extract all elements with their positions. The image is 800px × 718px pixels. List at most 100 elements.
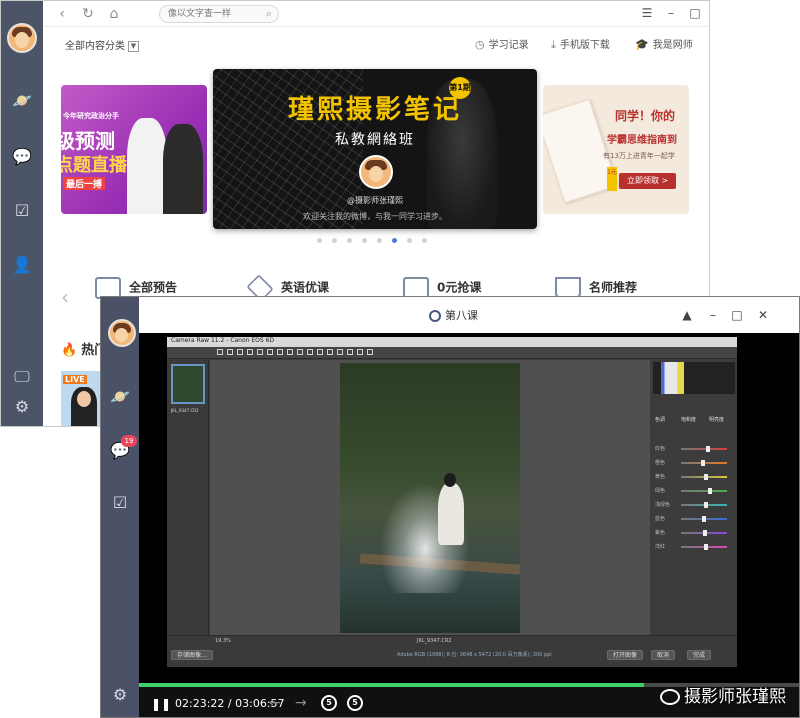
planet-icon[interactable]: 🪐	[110, 387, 130, 407]
calendar-check-icon[interactable]: ☑	[110, 493, 130, 513]
next-icon[interactable]: →	[295, 695, 307, 711]
slider-knob	[707, 488, 712, 494]
category-select-label: 全部内容分类	[65, 41, 125, 52]
carousel-dot[interactable]	[332, 238, 337, 243]
hsl-slider: 黄色	[655, 474, 733, 480]
settings-icon[interactable]: ⚙	[12, 397, 32, 417]
skip-forward-icon[interactable]: 5	[347, 695, 363, 711]
tool-icon	[287, 349, 293, 355]
author-handle: @摄影师张瑾熙	[347, 196, 403, 205]
maximize-button[interactable]: □	[729, 307, 745, 323]
progress-fill	[139, 683, 644, 687]
presenter-image	[163, 124, 203, 214]
camera-raw-title: Camera Raw 11.2 - Canon EOS 6D	[171, 337, 275, 344]
close-button[interactable]: ✕	[755, 307, 771, 323]
tool-icon	[337, 349, 343, 355]
pin-icon[interactable]: ▲	[679, 307, 695, 323]
slider-knob	[701, 460, 706, 466]
hsl-slider-label: 浅绿色	[655, 502, 671, 508]
settings-icon[interactable]: ⚙	[110, 685, 130, 705]
minimize-button[interactable]: –	[705, 307, 721, 323]
banner-right[interactable]: 同学！你的 学霸思维指南到 有13万上进青年一起学 1元 立即领取 >	[543, 85, 689, 214]
carousel-dot[interactable]	[422, 238, 427, 243]
banner-center[interactable]: 瑾熙摄影笔记 第1期 私教網絡班 @摄影师张瑾熙 欢迎关注我的微博，与我一同学习…	[213, 69, 537, 229]
live-badge: LIVE	[63, 375, 87, 384]
skip-back-icon[interactable]: 5	[321, 695, 337, 711]
hsl-slider-label: 蓝色	[655, 516, 666, 522]
user-avatar[interactable]	[108, 319, 136, 347]
left-sidebar: 🪐 💬 19 ☑ ⚙	[101, 297, 139, 717]
carousel-dot[interactable]	[377, 238, 382, 243]
search-input[interactable]	[168, 7, 254, 21]
tool-icon	[357, 349, 363, 355]
menu-icon[interactable]: ☰	[639, 5, 655, 21]
category-select[interactable]: 全部内容分类 ▼	[65, 37, 139, 52]
claim-button[interactable]: 立即领取 >	[619, 173, 677, 189]
hsl-slider-label: 红色	[655, 446, 666, 452]
monitor-icon[interactable]: 🖵	[12, 367, 32, 387]
calendar-check-icon[interactable]: ☑	[12, 201, 32, 221]
left-sidebar: 🪐 💬 ☑ 👤 🖵 ⚙	[1, 1, 43, 426]
close-button[interactable]: ✕	[707, 5, 709, 21]
chat-icon[interactable]: 💬	[12, 147, 32, 167]
search-icon[interactable]: ⌕	[266, 7, 272, 21]
teacher-link[interactable]: 🎓 我是网师	[635, 36, 693, 51]
previous-icon[interactable]: ←	[269, 695, 281, 711]
slider-knob	[704, 474, 709, 480]
carousel-dot[interactable]	[317, 238, 322, 243]
video-frame[interactable]: Camera Raw 11.2 - Canon EOS 6D JKL_9347.…	[139, 333, 799, 683]
hsl-slider-label: 黄色	[655, 474, 666, 480]
camera-raw-screen: Camera Raw 11.2 - Canon EOS 6D JKL_9347.…	[167, 337, 737, 667]
minimize-button[interactable]: –	[663, 5, 679, 21]
tool-icon	[267, 349, 273, 355]
unread-badge: 19	[121, 435, 137, 447]
chevron-left-icon[interactable]: ‹	[61, 285, 69, 309]
contacts-icon[interactable]: 👤	[12, 255, 32, 275]
refresh-icon[interactable]: ↻	[79, 5, 97, 23]
adjustment-panel: 色调 饱和度 明亮度 红色 橙色 黄色 绿色 浅绿色 蓝色 紫色 洋红	[651, 360, 737, 635]
chevron-down-icon: ▼	[128, 40, 139, 52]
carousel-dot[interactable]	[392, 238, 397, 243]
hsl-slider: 洋红	[655, 544, 733, 550]
back-arrow-icon[interactable]: ‹	[53, 5, 71, 23]
tool-icon	[217, 349, 223, 355]
tool-icon	[227, 349, 233, 355]
filmstrip: JKL_9347.CR2	[167, 360, 209, 635]
planet-icon[interactable]: 🪐	[12, 91, 32, 111]
tool-icon	[247, 349, 253, 355]
slider-knob	[702, 516, 706, 522]
slider-knob	[704, 502, 709, 508]
weibo-watermark: 摄影师张瑾熙	[660, 682, 786, 707]
history-link[interactable]: ◷ 学习记录	[475, 36, 529, 51]
user-avatar[interactable]	[7, 23, 37, 53]
weibo-icon	[660, 689, 680, 705]
photo-thumbnail	[171, 364, 205, 404]
mobile-download-link[interactable]: ⤓ 手机版下载	[551, 36, 610, 52]
tool-icon	[307, 349, 313, 355]
pause-icon[interactable]: ❚❚	[151, 697, 171, 711]
home-icon[interactable]: ⌂	[105, 5, 123, 23]
player-title-bar: 第八课 ▲ – □ ✕	[139, 297, 799, 333]
tool-icon	[347, 349, 353, 355]
content-toolbar: 全部内容分类 ▼ ◷ 学习记录 ⤓ 手机版下载 🎓 我是网师	[43, 27, 709, 59]
hsl-slider: 紫色	[655, 530, 733, 536]
tool-icon	[277, 349, 283, 355]
carousel-dot[interactable]	[347, 238, 352, 243]
top-bar: ‹ ↻ ⌂ ⌕ ☰ – □ ✕	[43, 1, 709, 27]
hsl-slider-label: 紫色	[655, 530, 666, 536]
banner-left[interactable]: 今年研究政治分手 级预测 点题直播 最后一搏	[61, 85, 207, 214]
tool-icon	[297, 349, 303, 355]
hsl-slider: 浅绿色	[655, 502, 733, 508]
photo-preview	[340, 363, 520, 633]
hsl-slider: 红色	[655, 446, 733, 452]
hsl-slider-label: 洋红	[655, 544, 666, 550]
hsl-slider-label: 绿色	[655, 488, 666, 494]
histogram	[653, 362, 735, 394]
tool-icon	[367, 349, 373, 355]
carousel-dot[interactable]	[362, 238, 367, 243]
maximize-button[interactable]: □	[687, 5, 703, 21]
carousel-dot[interactable]	[407, 238, 412, 243]
live-course-thumbnail[interactable]: LIVE	[61, 371, 105, 426]
graduation-cap-icon: 🎓	[635, 38, 649, 51]
search-box[interactable]: ⌕	[159, 5, 279, 23]
